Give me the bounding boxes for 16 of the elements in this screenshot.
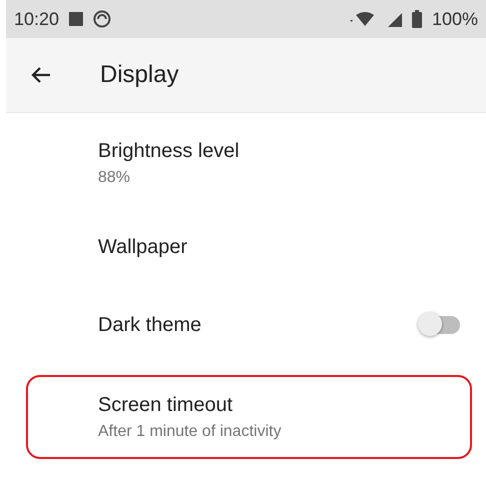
setting-title: Dark theme — [98, 314, 202, 336]
stop-icon — [69, 12, 84, 26]
screen-title: Display — [100, 61, 179, 89]
battery-percent: 100% — [432, 8, 478, 30]
signal-icon — [386, 11, 402, 27]
setting-title: Wallpaper — [98, 236, 188, 258]
highlighted-setting[interactable]: Screen timeout After 1 minute of inactivity — [26, 375, 472, 459]
setting-summary: After 1 minute of inactivity — [98, 422, 282, 440]
status-time: 10:20 — [14, 8, 60, 30]
setting-summary: 88% — [98, 168, 132, 186]
setting-title: Screen timeout — [98, 394, 234, 416]
setting-title: Brightness level — [98, 140, 240, 162]
battery-icon — [412, 10, 422, 28]
dark-theme-switch[interactable] — [418, 312, 460, 338]
circle-icon — [93, 10, 112, 28]
wifi-icon — [350, 11, 376, 27]
